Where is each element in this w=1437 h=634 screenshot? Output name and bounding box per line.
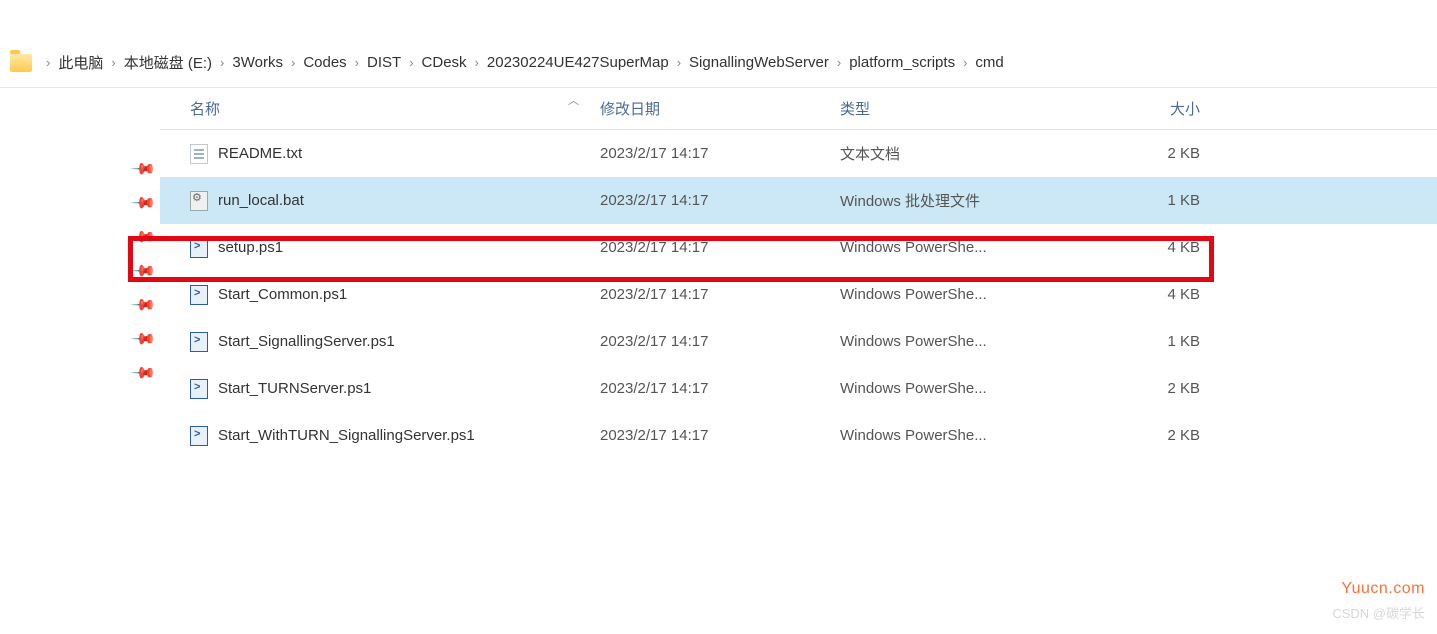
file-type: Windows PowerShe... <box>840 333 1110 350</box>
file-date: 2023/2/17 14:17 <box>600 427 840 444</box>
file-size: 2 KB <box>1110 427 1230 444</box>
file-name: Start_TURNServer.ps1 <box>218 380 371 397</box>
ps1-file-icon <box>190 426 208 446</box>
chevron-right-icon: › <box>220 55 224 70</box>
file-date: 2023/2/17 14:17 <box>600 286 840 303</box>
chevron-right-icon: › <box>355 55 359 70</box>
file-name: Start_Common.ps1 <box>218 286 347 303</box>
file-type: 文本文档 <box>840 143 1110 164</box>
file-date: 2023/2/17 14:17 <box>600 145 840 162</box>
file-type: Windows PowerShe... <box>840 380 1110 397</box>
chevron-right-icon: › <box>409 55 413 70</box>
table-row[interactable]: Start_TURNServer.ps1 2023/2/17 14:17Windo… <box>160 365 1437 412</box>
chevron-right-icon: › <box>111 55 115 70</box>
column-size[interactable]: 大小 <box>1110 98 1230 119</box>
file-date: 2023/2/17 14:17 <box>600 192 840 209</box>
column-header-row[interactable]: 名称 ︿ 修改日期 类型 大小 <box>160 88 1437 130</box>
file-date: 2023/2/17 14:17 <box>600 380 840 397</box>
breadcrumb-item[interactable]: DIST <box>367 54 401 71</box>
column-date[interactable]: 修改日期 <box>600 98 840 119</box>
file-size: 4 KB <box>1110 239 1230 256</box>
breadcrumb-item[interactable]: 20230224UE427SuperMap <box>487 54 669 71</box>
pin-icon: 📌 <box>129 189 163 223</box>
file-size: 1 KB <box>1110 192 1230 209</box>
breadcrumb-item[interactable]: SignallingWebServer <box>689 54 829 71</box>
column-name[interactable]: 名称 <box>160 98 600 119</box>
pin-icon: 📌 <box>129 223 163 257</box>
ps1-file-icon <box>190 285 208 305</box>
ps1-file-icon <box>190 332 208 352</box>
txt-file-icon <box>190 144 208 164</box>
file-date: 2023/2/17 14:17 <box>600 239 840 256</box>
column-type[interactable]: 类型 <box>840 98 1110 119</box>
file-size: 2 KB <box>1110 145 1230 162</box>
file-type: Windows PowerShe... <box>840 239 1110 256</box>
file-name: Start_WithTURN_SignallingServer.ps1 <box>218 427 475 444</box>
file-name: Start_SignallingServer.ps1 <box>218 333 395 350</box>
ps1-file-icon <box>190 238 208 258</box>
file-date: 2023/2/17 14:17 <box>600 333 840 350</box>
file-name: setup.ps1 <box>218 239 283 256</box>
breadcrumb[interactable]: › 此电脑 › 本地磁盘 (E:) › 3Works › Codes › DIST › CDesk › 2… <box>0 38 1437 88</box>
folder-icon <box>10 54 32 72</box>
pin-icon: 📌 <box>129 325 163 359</box>
breadcrumb-item[interactable]: 本地磁盘 (E:) <box>124 52 212 73</box>
chevron-right-icon: › <box>837 55 841 70</box>
breadcrumb-item[interactable]: Codes <box>303 54 346 71</box>
file-type: Windows PowerShe... <box>840 286 1110 303</box>
chevron-right-icon: › <box>475 55 479 70</box>
breadcrumb-item[interactable]: platform_scripts <box>849 54 955 71</box>
watermark-author: CSDN @碳学长 <box>1332 603 1425 622</box>
file-type: Windows 批处理文件 <box>840 190 1110 211</box>
breadcrumb-item[interactable]: cmd <box>975 54 1003 71</box>
watermark-site: Yuucn.com <box>1341 580 1425 598</box>
pin-icon: 📌 <box>129 291 163 325</box>
breadcrumb-item[interactable]: 此电脑 <box>58 52 103 73</box>
chevron-right-icon: › <box>677 55 681 70</box>
file-name: run_local.bat <box>218 192 304 209</box>
pin-icon: 📌 <box>129 359 163 393</box>
pin-icon: 📌 <box>129 155 163 189</box>
ps1-file-icon <box>190 379 208 399</box>
file-size: 4 KB <box>1110 286 1230 303</box>
chevron-right-icon: › <box>46 55 50 70</box>
table-row[interactable]: setup.ps1 2023/2/17 14:17Windows PowerShe… <box>160 224 1437 271</box>
breadcrumb-item[interactable]: 3Works <box>232 54 283 71</box>
table-row[interactable]: Start_Common.ps1 2023/2/17 14:17Windows P… <box>160 271 1437 318</box>
table-row[interactable]: run_local.bat 2023/2/17 14:17Windows 批处理文… <box>160 177 1437 224</box>
breadcrumb-item[interactable]: CDesk <box>422 54 467 71</box>
table-row[interactable]: Start_WithTURN_SignallingServer.ps1 2023/… <box>160 412 1437 459</box>
table-row[interactable]: Start_SignallingServer.ps1 2023/2/17 14:1… <box>160 318 1437 365</box>
pin-icon: 📌 <box>129 257 163 291</box>
quick-access-gutter: 📌 📌 📌 📌 📌 📌 📌 <box>0 88 160 596</box>
table-row[interactable]: README.txt 2023/2/17 14:17文本文档2 KB <box>160 130 1437 177</box>
file-name: README.txt <box>218 145 302 162</box>
chevron-right-icon: › <box>963 55 967 70</box>
file-size: 2 KB <box>1110 380 1230 397</box>
file-size: 1 KB <box>1110 333 1230 350</box>
chevron-right-icon: › <box>291 55 295 70</box>
sort-indicator-icon: ︿ <box>568 92 579 108</box>
file-type: Windows PowerShe... <box>840 427 1110 444</box>
file-list: 名称 ︿ 修改日期 类型 大小 README.txt 2023/2/17 14:1… <box>160 88 1437 596</box>
bat-file-icon <box>190 191 208 211</box>
